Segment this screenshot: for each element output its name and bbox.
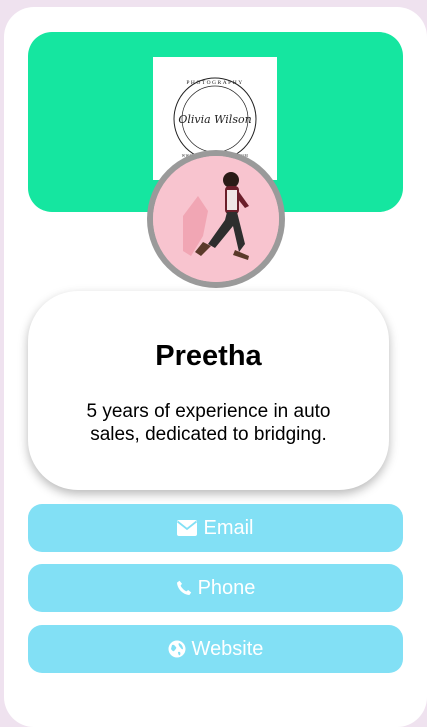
website-button[interactable]: Website [28,625,403,673]
avatar-photo [153,156,279,282]
profile-avatar [147,150,285,288]
phone-button-label: Phone [197,576,256,599]
globe-icon [168,640,186,658]
phone-button[interactable]: Phone [28,564,403,612]
bio-card: Preetha 5 years of experience in auto sa… [28,291,389,490]
profile-name: Preetha [155,340,262,372]
email-button[interactable]: Email [28,504,403,552]
logo-top-text: PHOTOGRAPHY [186,80,243,86]
envelope-icon [177,520,198,536]
logo-script-text: Olivia Wilson [178,113,251,126]
profile-bio: 5 years of experience in auto sales, ded… [86,401,331,445]
website-button-label: Website [191,637,264,660]
phone-icon [176,580,192,596]
email-button-label: Email [203,516,254,539]
